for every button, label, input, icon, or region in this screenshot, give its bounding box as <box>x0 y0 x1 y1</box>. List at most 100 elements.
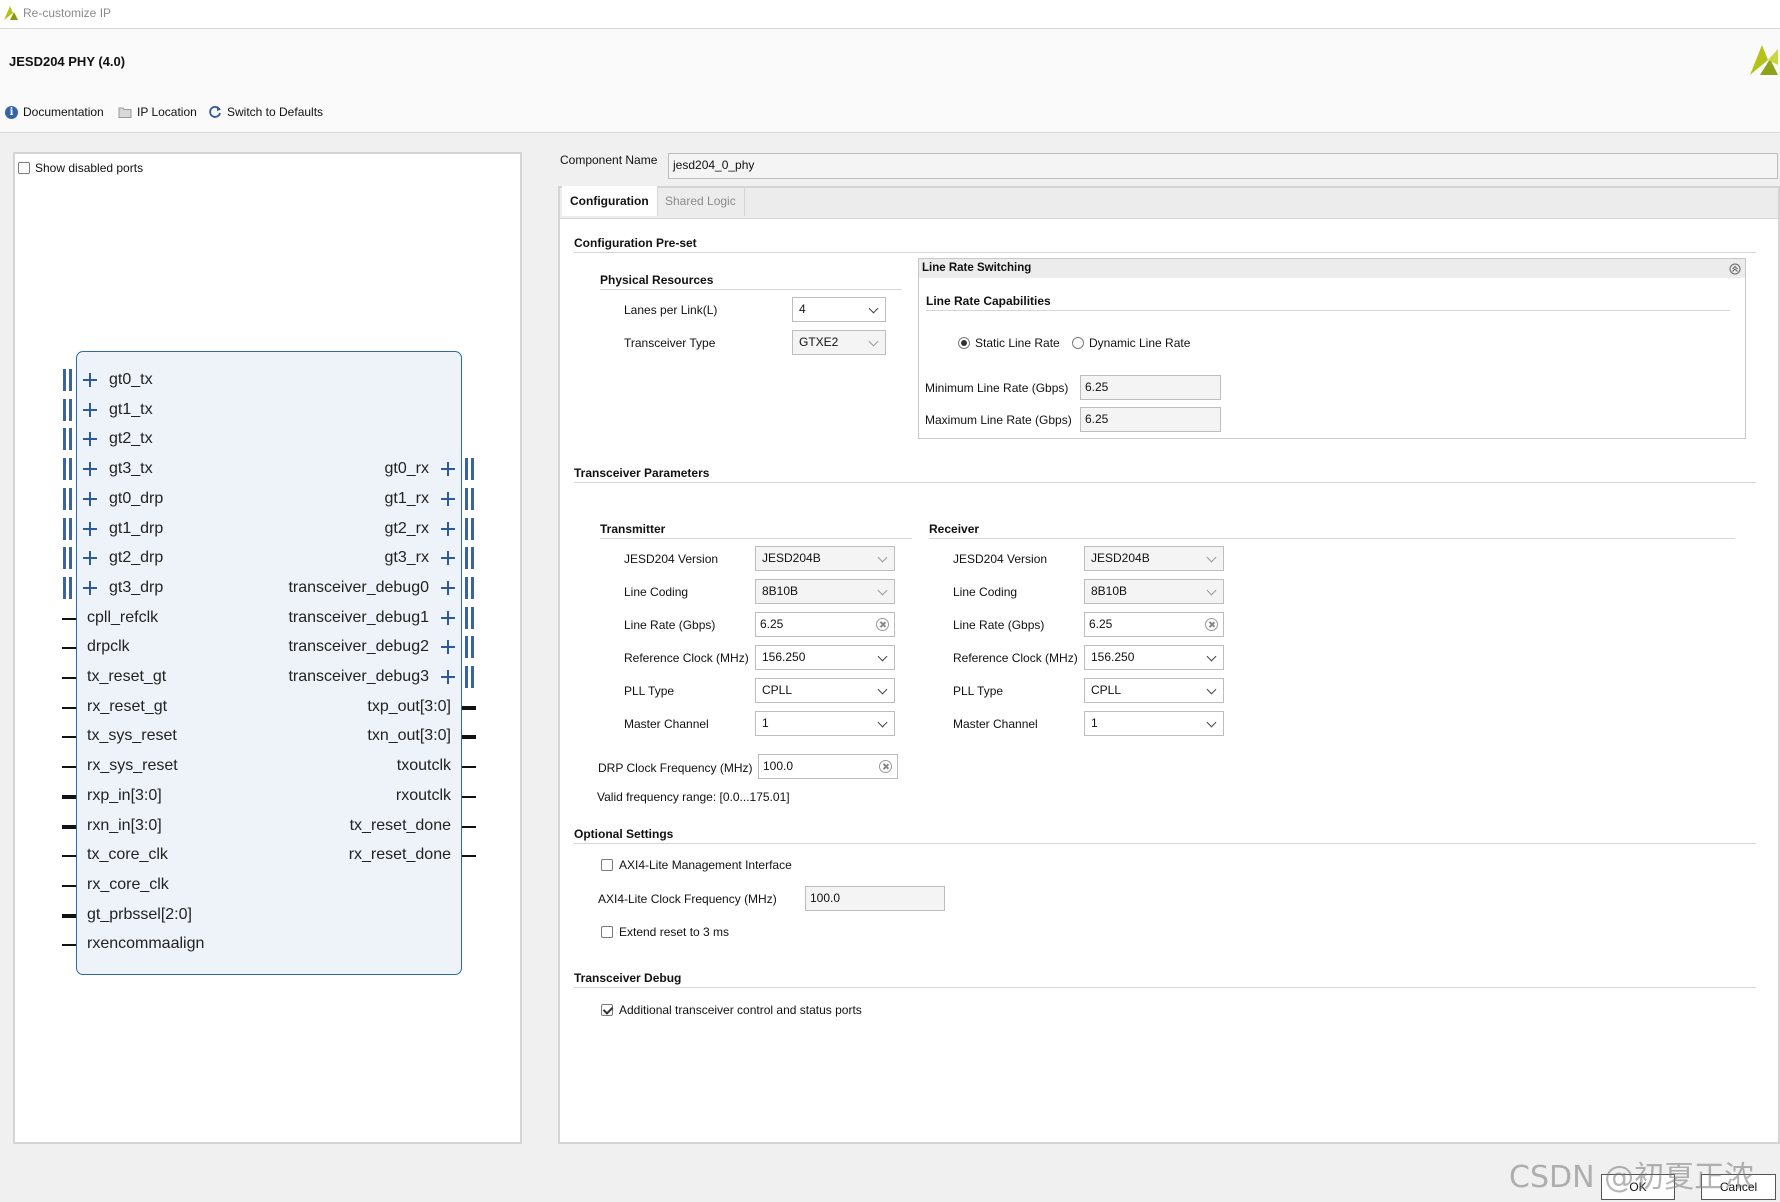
tx-ref-clock-label: Reference Clock (MHz) <box>624 651 749 665</box>
show-disabled-ports-checkbox[interactable]: Show disabled ports <box>18 161 143 175</box>
tx-ref-clock-select[interactable]: 156.250 <box>755 645 895 670</box>
bus-connector-icon <box>465 606 476 629</box>
section-transceiver-debug: Transceiver Debug <box>574 971 682 985</box>
documentation-label: Documentation <box>23 105 104 119</box>
clear-icon[interactable] <box>1205 618 1218 631</box>
expand-plus-icon[interactable] <box>83 580 97 595</box>
tx-master-channel-value: 1 <box>762 716 769 730</box>
additional-ports-checkbox[interactable]: Additional transceiver control and statu… <box>601 1003 862 1017</box>
extend-reset-checkbox[interactable]: Extend reset to 3 ms <box>601 925 729 939</box>
rx-ref-clock-select[interactable]: 156.250 <box>1084 645 1224 670</box>
expand-plus-icon[interactable] <box>83 432 97 447</box>
axi-lite-freq-input[interactable]: 100.0 <box>805 886 945 911</box>
switch-defaults-label: Switch to Defaults <box>227 105 324 119</box>
port-left-12: tx_sys_reset <box>87 727 177 745</box>
expand-plus-icon[interactable] <box>83 462 97 477</box>
rx-jesd-version-select[interactable]: JESD204B <box>1084 546 1224 571</box>
tx-line-rate-input[interactable]: 6.25 <box>755 612 895 637</box>
port-left-15: rxn_in[3:0] <box>87 816 162 834</box>
pin-line <box>462 705 476 710</box>
axi-lite-freq-label: AXI4-Lite Clock Frequency (MHz) <box>598 892 777 906</box>
switch-defaults-button[interactable]: Switch to Defaults <box>208 105 323 119</box>
expand-plus-icon[interactable] <box>83 402 97 417</box>
bus-connector-icon <box>63 547 74 570</box>
pin-line <box>62 824 76 829</box>
expand-plus-icon[interactable] <box>441 551 455 566</box>
lanes-value: 4 <box>799 302 806 316</box>
bus-connector-icon <box>465 458 476 481</box>
rx-pll-type-label: PLL Type <box>953 684 1004 698</box>
port-right-11: rxoutclk <box>395 786 451 804</box>
radio-button[interactable] <box>958 337 970 349</box>
checkbox-box[interactable] <box>18 162 30 174</box>
rx-master-channel-select[interactable]: 1 <box>1084 711 1224 736</box>
max-line-rate-input[interactable]: 6.25 <box>1080 407 1221 432</box>
refresh-icon <box>209 106 221 118</box>
transceiver-type-select[interactable]: GTXE2 <box>792 330 886 355</box>
pin-line <box>62 913 76 918</box>
rx-line-coding-value: 8B10B <box>1091 584 1128 598</box>
pin-line <box>62 884 76 887</box>
expand-plus-icon[interactable] <box>441 580 455 595</box>
folder-icon <box>118 107 132 118</box>
static-line-rate-radio[interactable]: Static Line Rate <box>958 336 1060 350</box>
port-left-18: gt_prbssel[2:0] <box>87 905 192 923</box>
max-line-rate-label: Maximum Line Rate (Gbps) <box>925 413 1072 427</box>
drp-freq-value: 100.0 <box>763 759 794 773</box>
port-left-10: tx_reset_gt <box>87 668 167 685</box>
expand-plus-icon[interactable] <box>83 551 97 566</box>
collapse-icon[interactable] <box>1729 263 1741 275</box>
tx-line-coding-value: 8B10B <box>762 584 799 598</box>
tx-jesd-version-select[interactable]: JESD204B <box>755 546 895 571</box>
expand-plus-icon[interactable] <box>441 610 455 625</box>
drp-freq-input[interactable]: 100.0 <box>758 754 898 779</box>
port-left-6: gt2_drp <box>109 549 164 567</box>
chevron-down-icon <box>1206 552 1217 563</box>
expand-plus-icon[interactable] <box>441 521 455 536</box>
rx-line-rate-input[interactable]: 6.25 <box>1084 612 1224 637</box>
tx-master-channel-select[interactable]: 1 <box>755 711 895 736</box>
bus-connector-icon <box>465 666 476 688</box>
port-left-5: gt1_drp <box>109 519 164 537</box>
tx-pll-type-select[interactable]: CPLL <box>755 678 895 703</box>
checkbox-box[interactable] <box>601 1004 613 1016</box>
tab-configuration[interactable]: Configuration <box>562 186 658 216</box>
show-disabled-ports-label: Show disabled ports <box>35 161 144 175</box>
expand-plus-icon[interactable] <box>441 640 455 655</box>
dynamic-line-rate-radio[interactable]: Dynamic Line Rate <box>1072 336 1190 350</box>
port-left-13: rx_sys_reset <box>87 757 178 775</box>
chevron-down-icon <box>877 717 888 728</box>
clear-icon[interactable] <box>879 760 892 773</box>
clear-icon[interactable] <box>876 618 889 631</box>
line-rate-switching-header[interactable] <box>919 259 1745 278</box>
expand-plus-icon[interactable] <box>441 462 455 477</box>
port-right-9: txn_out[3:0] <box>367 727 451 745</box>
section-physical-resources: Physical Resources <box>600 273 714 287</box>
lanes-select[interactable]: 4 <box>792 297 886 322</box>
port-left-14: rxp_in[3:0] <box>87 786 162 804</box>
transmitter-title: Transmitter <box>600 522 666 536</box>
component-name-input[interactable]: jesd204_0_phy <box>668 153 1778 179</box>
tx-jesd-version-value: JESD204B <box>762 551 821 565</box>
documentation-button[interactable]: i Documentation <box>5 105 104 119</box>
rx-line-coding-select[interactable]: 8B10B <box>1084 579 1224 604</box>
expand-plus-icon[interactable] <box>83 491 97 506</box>
expand-plus-icon[interactable] <box>441 670 455 684</box>
axi-lite-mgmt-checkbox[interactable]: AXI4-Lite Management Interface <box>601 858 792 872</box>
min-line-rate-input[interactable]: 6.25 <box>1080 375 1221 400</box>
rx-line-rate-label: Line Rate (Gbps) <box>953 618 1045 632</box>
expand-plus-icon[interactable] <box>83 373 97 387</box>
tx-line-coding-select[interactable]: 8B10B <box>755 579 895 604</box>
rx-pll-type-select[interactable]: CPLL <box>1084 678 1224 703</box>
checkbox-box[interactable] <box>601 859 613 871</box>
pin-line <box>62 617 76 620</box>
expand-plus-icon[interactable] <box>441 491 455 506</box>
bus-connector-icon <box>465 487 476 510</box>
ip-location-label: IP Location <box>137 105 197 119</box>
ip-location-button[interactable]: IP Location <box>118 105 197 119</box>
tab-shared-logic[interactable]: Shared Logic <box>657 186 745 216</box>
checkbox-box[interactable] <box>601 926 613 938</box>
port-left-0: gt0_tx <box>109 371 153 388</box>
expand-plus-icon[interactable] <box>83 521 97 536</box>
radio-button[interactable] <box>1072 337 1084 349</box>
